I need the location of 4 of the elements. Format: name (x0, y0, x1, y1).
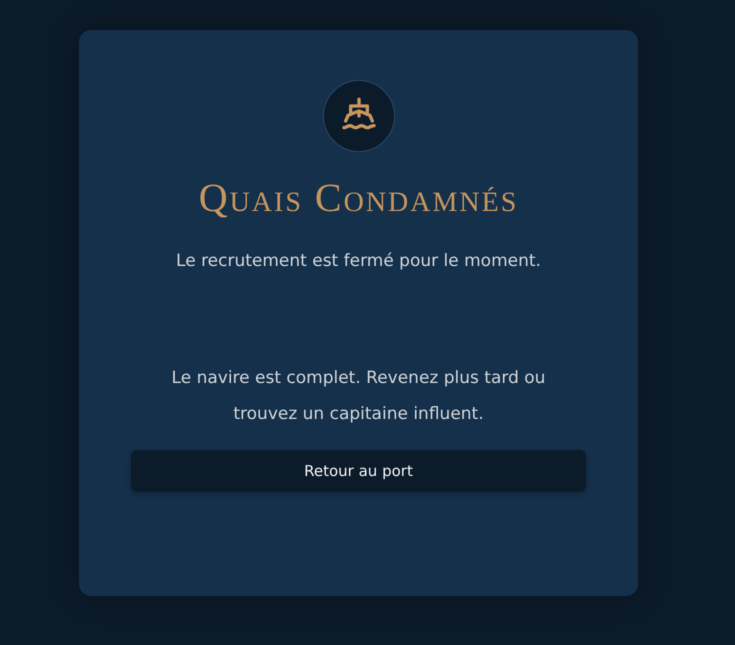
card-title: Quais Condamnés (198, 174, 518, 222)
status-text: Le recrutement est fermé pour le moment. (176, 250, 541, 273)
message-text: Le navire est complet. Revenez plus tard ou trouvez un capitaine influent. (170, 367, 546, 426)
back-button[interactable]: Retour au port (131, 450, 586, 492)
